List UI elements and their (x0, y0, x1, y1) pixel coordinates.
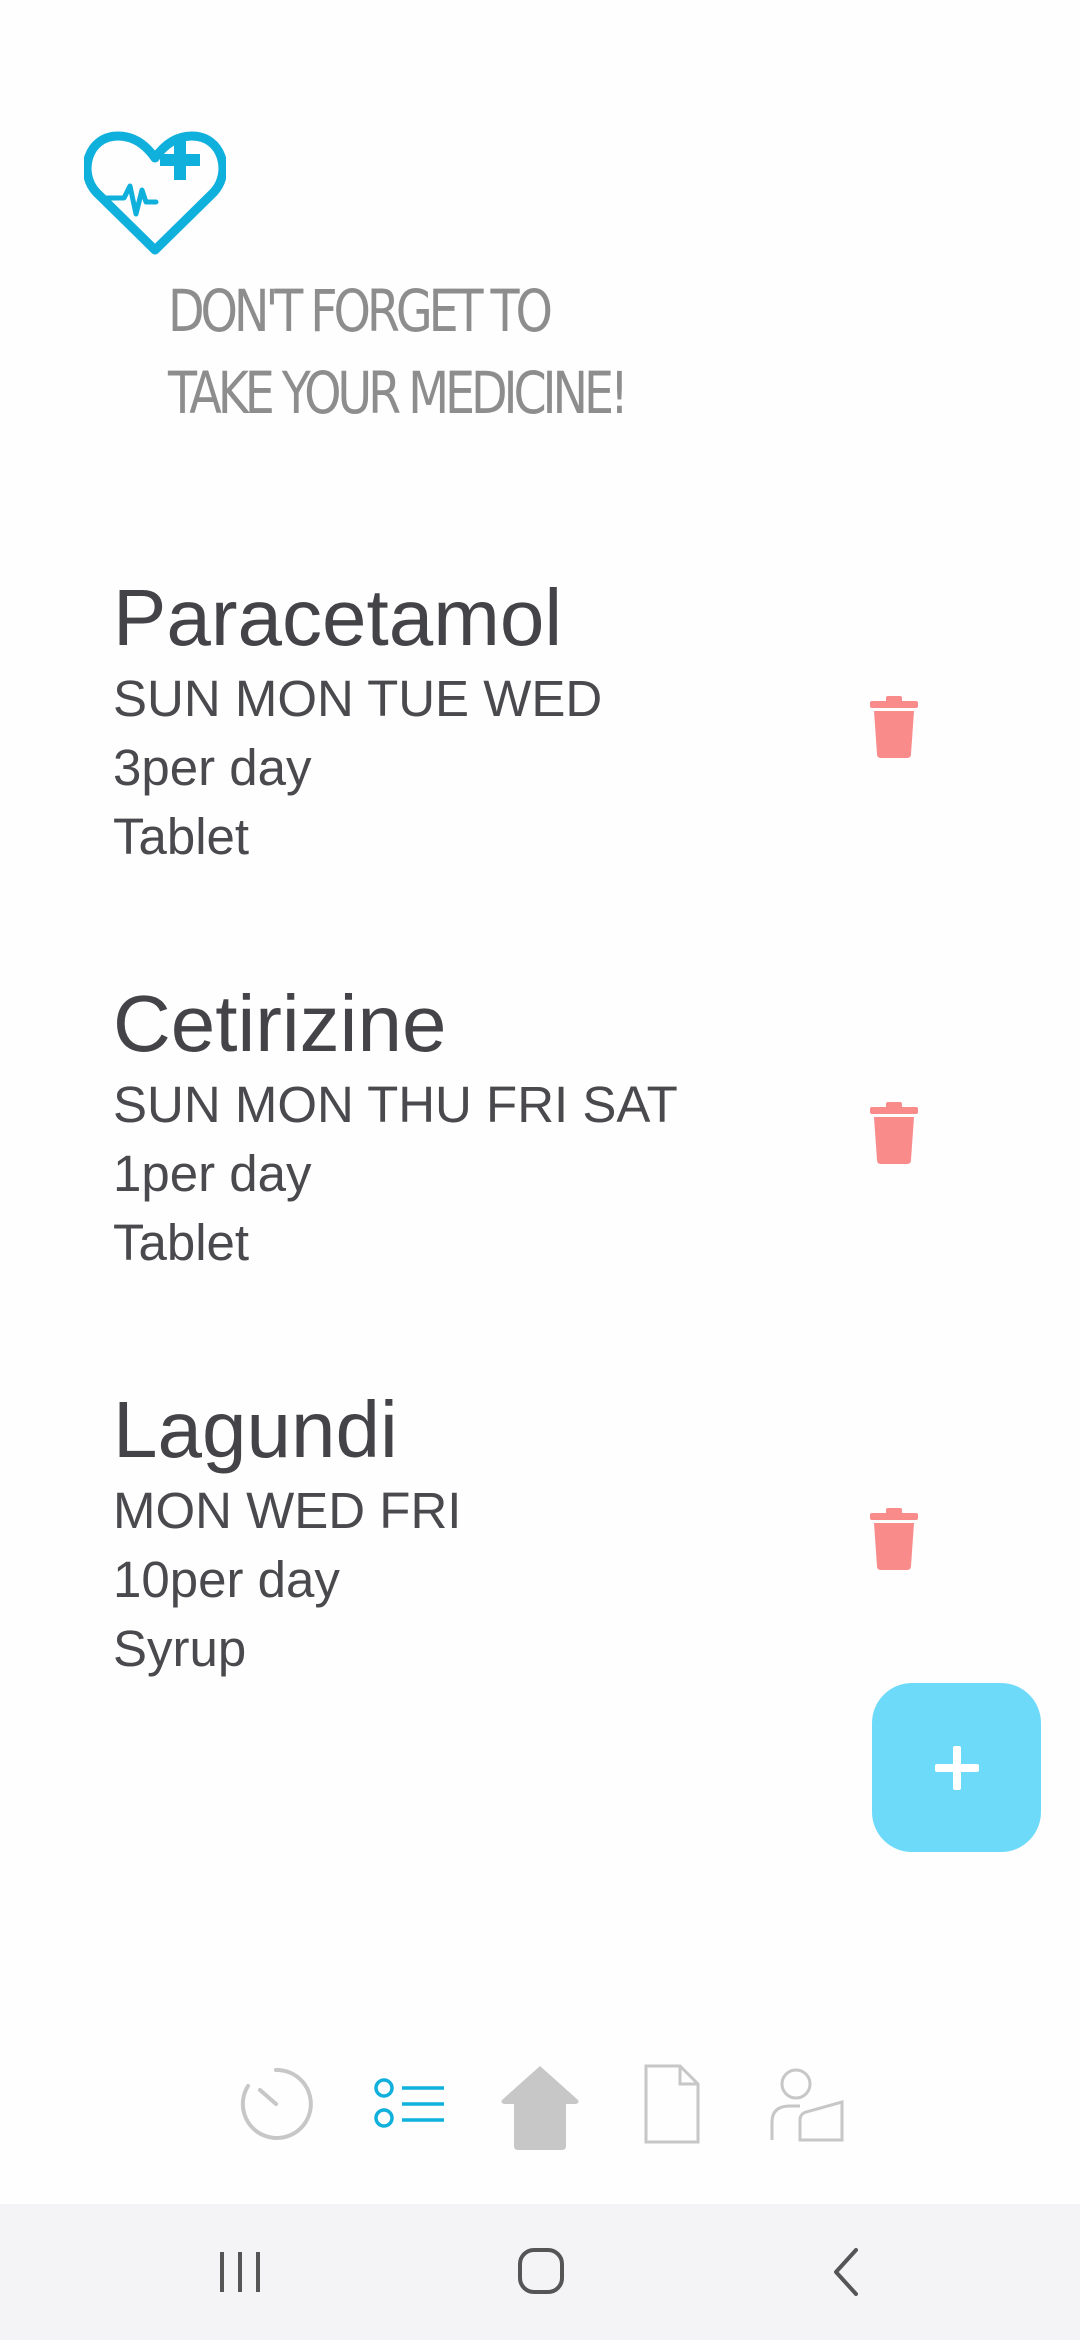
app-logo (82, 128, 228, 256)
trash-icon (870, 1102, 918, 1164)
medicine-days: MON WED FRI (113, 1482, 462, 1539)
medicine-frequency: 1per day (113, 1145, 312, 1202)
headline-line-2: TAKE YOUR MEDICINE! (168, 359, 629, 427)
profile-icon (770, 2068, 844, 2142)
document-icon (644, 2064, 700, 2144)
add-medicine-button[interactable] (872, 1683, 1041, 1852)
medicine-name: Lagundi (113, 1385, 398, 1474)
medicine-form: Syrup (113, 1620, 247, 1677)
trash-icon (870, 1508, 918, 1570)
medicine-name: Cetirizine (113, 979, 447, 1068)
medicine-item[interactable]: Cetirizine SUN MON THU FRI SAT 1per day … (0, 962, 1080, 1368)
reminder-headline: DON'T FORGET TO TAKE YOUR MEDICINE! (168, 270, 629, 434)
medicine-days: SUN MON TUE WED (113, 670, 603, 727)
home-icon (501, 2066, 579, 2150)
trash-icon (870, 696, 918, 758)
medicine-frequency: 10per day (113, 1551, 340, 1608)
headline-line-1: DON'T FORGET TO (168, 277, 553, 345)
medicine-frequency: 3per day (113, 739, 312, 796)
medicine-form: Tablet (113, 1214, 250, 1271)
clock-icon (240, 2067, 313, 2140)
recent-apps-button[interactable] (200, 2242, 280, 2302)
bottom-navigation (0, 2056, 1080, 2156)
back-button[interactable] (806, 2242, 886, 2302)
recent-apps-icon (220, 2252, 260, 2292)
nav-item-medicine-list[interactable] (374, 2064, 446, 2149)
nav-item-reminders[interactable] (236, 2064, 316, 2149)
delete-button[interactable] (870, 1508, 918, 1570)
delete-button[interactable] (870, 1102, 918, 1164)
nav-item-home[interactable] (500, 2064, 580, 2155)
home-button[interactable] (500, 2242, 580, 2302)
medicine-days: SUN MON THU FRI SAT (113, 1076, 678, 1133)
nav-item-documents[interactable] (644, 2064, 700, 2149)
back-icon (834, 2248, 858, 2296)
list-icon (374, 2078, 444, 2128)
delete-button[interactable] (870, 696, 918, 758)
plus-icon (934, 1745, 979, 1790)
system-navigation-bar (0, 2204, 1080, 2340)
heart-pulse-cross-icon (82, 131, 228, 255)
medicine-list: Paracetamol SUN MON TUE WED 3per day Tab… (0, 556, 1080, 1774)
medicine-form: Tablet (113, 808, 250, 865)
home-circle-icon (518, 2248, 564, 2294)
medicine-name: Paracetamol (113, 573, 563, 662)
medicine-item[interactable]: Paracetamol SUN MON TUE WED 3per day Tab… (0, 556, 1080, 962)
nav-item-profile[interactable] (770, 2064, 846, 2149)
